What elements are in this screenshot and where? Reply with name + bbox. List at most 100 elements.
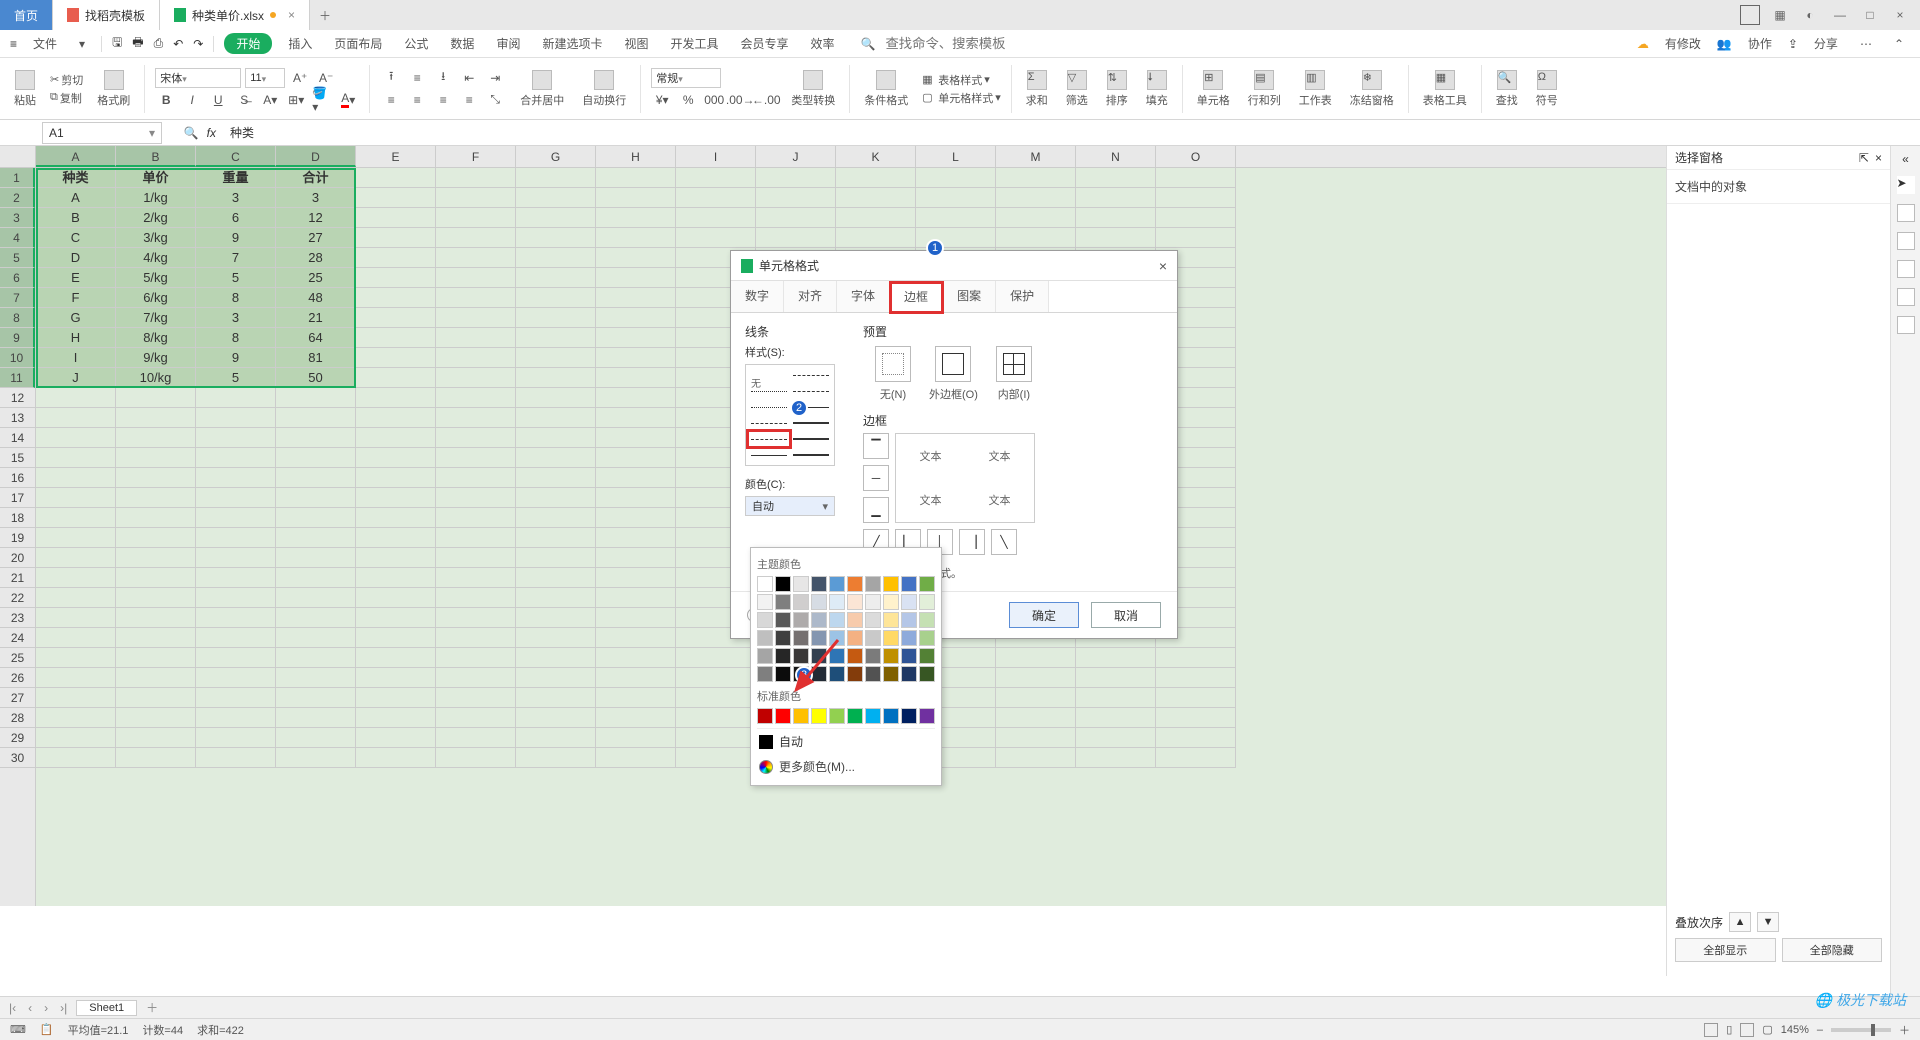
qat-undo-icon[interactable]: ↶ [173,37,183,51]
color-swatch[interactable] [757,648,773,664]
cell[interactable] [596,468,676,488]
row-header[interactable]: 22 [0,588,35,608]
cell[interactable] [596,448,676,468]
cell[interactable] [36,548,116,568]
cell[interactable] [436,468,516,488]
cell[interactable]: 单价 [116,168,196,188]
cell[interactable] [276,528,356,548]
cell[interactable] [356,468,436,488]
menu-file[interactable]: 文件 [27,33,63,54]
sheet-nav-next[interactable]: › [41,1001,51,1015]
row-header[interactable]: 14 [0,428,35,448]
share-label[interactable]: 分享 [1808,33,1844,54]
cell[interactable]: 50 [276,368,356,388]
cell[interactable] [516,408,596,428]
indent-dec-icon[interactable]: ⇤ [458,68,480,88]
cell[interactable] [436,668,516,688]
cell[interactable]: A [36,188,116,208]
cell[interactable] [596,548,676,568]
cell[interactable] [596,368,676,388]
cell[interactable] [196,708,276,728]
fontsize-select[interactable]: 11 [245,68,285,88]
zoom-slider[interactable] [1831,1028,1891,1032]
number-format-select[interactable]: 常规 [651,68,721,88]
color-swatch[interactable] [811,612,827,628]
color-swatch[interactable] [883,630,899,646]
dlg-tab-number[interactable]: 数字 [731,281,784,312]
cell[interactable] [436,388,516,408]
cell[interactable]: 9/kg [116,348,196,368]
menu-hamburger-icon[interactable]: ≡ [10,37,17,51]
font-more-button[interactable]: A▾ [259,90,281,110]
cell[interactable]: 5 [196,268,276,288]
cell[interactable]: H [36,328,116,348]
cell[interactable] [36,728,116,748]
cell[interactable] [196,728,276,748]
color-swatch[interactable] [919,612,935,628]
cell[interactable] [996,708,1076,728]
cell[interactable] [596,308,676,328]
cell[interactable] [116,388,196,408]
col-header[interactable]: B [116,146,196,167]
cell[interactable]: 27 [276,228,356,248]
cell[interactable] [356,588,436,608]
cell[interactable] [36,388,116,408]
cell[interactable] [436,568,516,588]
orientation-icon[interactable]: ⤡ [484,90,506,110]
cell[interactable] [1076,228,1156,248]
cell[interactable] [116,628,196,648]
cell[interactable] [676,748,756,768]
cell[interactable] [596,668,676,688]
cell[interactable]: 4/kg [116,248,196,268]
sidebar-tool-4[interactable] [1897,288,1915,306]
cell[interactable] [356,308,436,328]
cell[interactable] [596,408,676,428]
dialog-ok-button[interactable]: 确定 [1009,602,1079,628]
strike-button[interactable]: S̶ [233,90,255,110]
color-swatch[interactable] [883,576,899,592]
view-read-icon[interactable]: ▢ [1762,1023,1772,1036]
cell[interactable] [356,168,436,188]
cell[interactable] [756,188,836,208]
symbol-button[interactable]: Ω符号 [1532,70,1562,108]
menu-member[interactable]: 会员专享 [735,33,795,54]
cloud-sync-icon[interactable]: ☁ [1637,37,1649,51]
cell[interactable] [36,428,116,448]
cell[interactable] [436,308,516,328]
cell[interactable]: 8 [196,328,276,348]
color-swatch[interactable] [883,648,899,664]
typeconv-button[interactable]: 类型转换 [787,70,839,108]
indent-inc-icon[interactable]: ⇥ [484,68,506,88]
col-header[interactable]: H [596,146,676,167]
copy-button[interactable]: ⧉ 复制 [50,90,83,106]
cell[interactable]: C [36,228,116,248]
filter-button[interactable]: ▽筛选 [1062,70,1092,108]
color-swatch[interactable] [811,666,827,682]
color-swatch[interactable] [901,666,917,682]
cell[interactable] [1156,668,1236,688]
color-swatch[interactable] [793,594,809,610]
menu-dev[interactable]: 开发工具 [664,33,724,54]
row-header[interactable]: 20 [0,548,35,568]
cell[interactable]: 3/kg [116,228,196,248]
row-header[interactable]: 25 [0,648,35,668]
cell[interactable] [116,568,196,588]
wrap-button[interactable]: 自动换行 [578,70,630,108]
cell[interactable] [676,188,756,208]
cell[interactable] [436,248,516,268]
formula-input[interactable]: 种类 [222,124,1920,141]
cell[interactable] [676,728,756,748]
color-swatch[interactable] [865,630,881,646]
fx-search-icon[interactable]: 🔍 [184,126,199,140]
auto-color-option[interactable]: 自动 [757,728,935,754]
row-header[interactable]: 28 [0,708,35,728]
cell[interactable] [356,288,436,308]
cell[interactable] [1076,648,1156,668]
color-swatch[interactable] [865,666,881,682]
sidebar-expand-icon[interactable]: « [1902,152,1909,166]
condfmt-button[interactable]: 条件格式 [860,70,912,108]
cell[interactable] [916,168,996,188]
share-icon[interactable]: ⇪ [1788,37,1798,51]
row-header[interactable]: 9 [0,328,35,348]
border-button[interactable]: ⊞▾ [285,90,307,110]
